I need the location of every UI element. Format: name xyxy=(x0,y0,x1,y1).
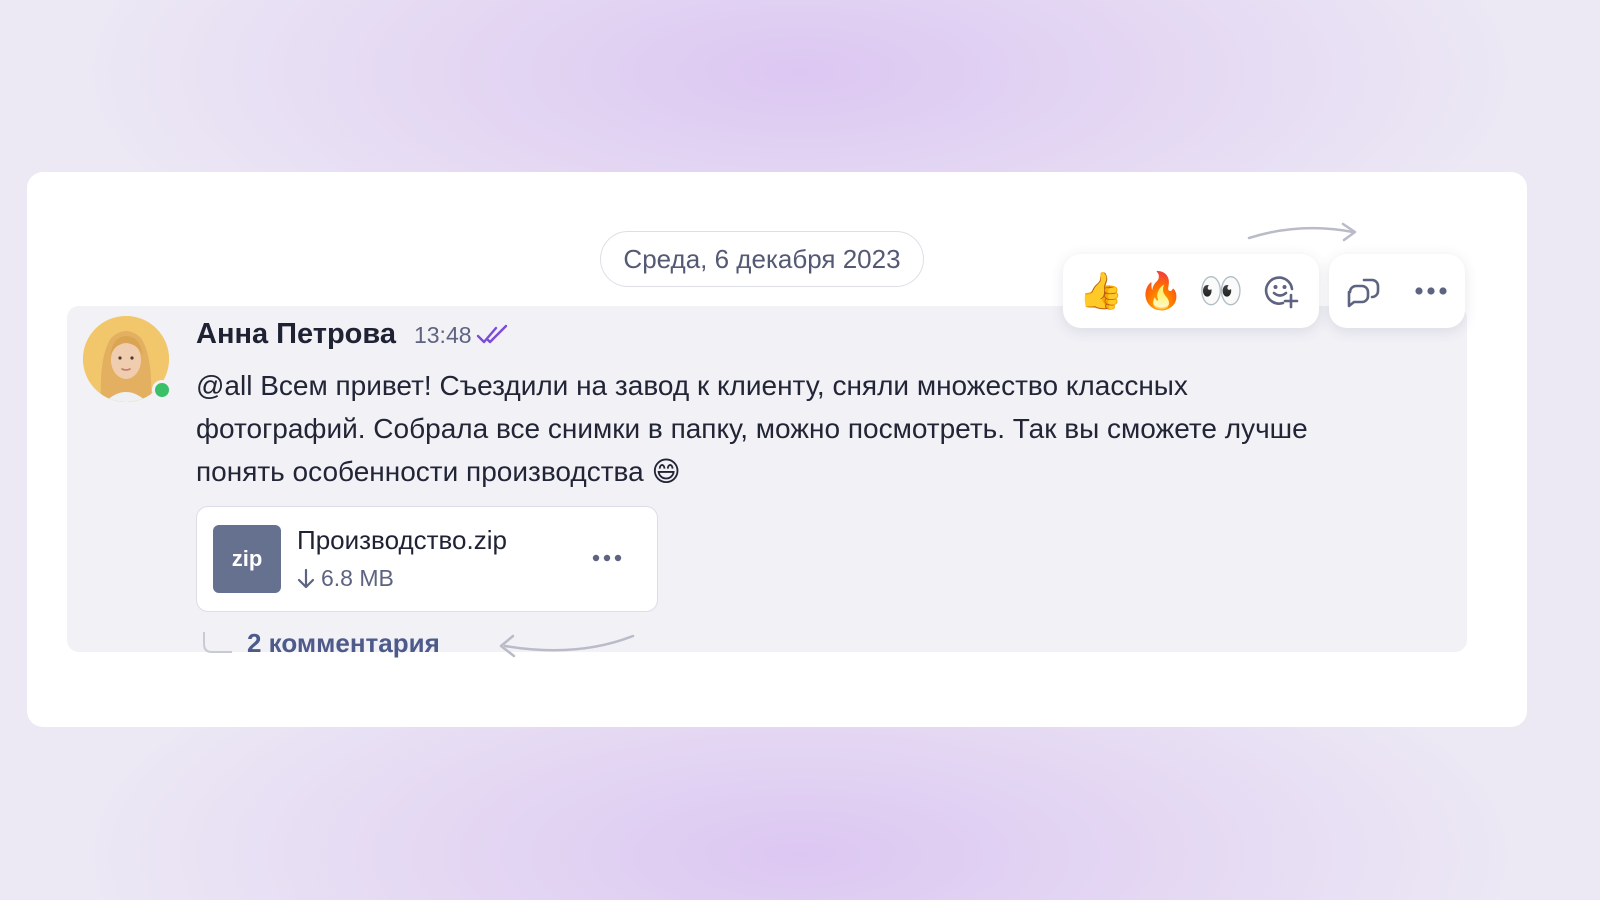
date-separator: Среда, 6 декабря 2023 xyxy=(600,231,924,287)
message-item[interactable]: Анна Петрова 13:48 @all Всем привет! Съе… xyxy=(67,306,1467,658)
add-reaction-icon xyxy=(1264,276,1299,309)
online-status-indicator xyxy=(152,380,172,400)
file-attachment[interactable]: zip Производство.zip 6.8 MB xyxy=(196,506,658,612)
file-name[interactable]: Производство.zip xyxy=(297,525,507,556)
message-actions-bar xyxy=(1329,254,1465,328)
comments-link[interactable]: 2 комментария xyxy=(247,628,440,659)
zip-file-icon: zip xyxy=(213,525,281,593)
reply-thread-button[interactable] xyxy=(1336,264,1390,318)
message-header: Анна Петрова 13:48 xyxy=(196,318,510,351)
quick-reactions-bar: 👍 🔥 👀 xyxy=(1063,254,1319,328)
message-line: фотографий. Собрала все снимки в папку, … xyxy=(196,413,1308,444)
more-dots-icon xyxy=(1415,287,1447,295)
message-body: @all Всем привет! Съездили на завод к кл… xyxy=(196,364,1456,493)
more-dots-icon xyxy=(592,554,622,562)
file-size: 6.8 MB xyxy=(321,565,394,591)
download-arrow-icon xyxy=(297,568,315,588)
author-name[interactable]: Анна Петрова xyxy=(196,318,396,351)
message-line: @all Всем привет! Съездили на завод к кл… xyxy=(196,370,1188,401)
add-reaction-button[interactable] xyxy=(1254,264,1308,318)
file-more-button[interactable] xyxy=(587,543,627,573)
file-download[interactable]: 6.8 MB xyxy=(297,565,394,592)
hint-arrow-right xyxy=(1247,222,1357,242)
chat-card: Среда, 6 декабря 2023 👍 🔥 👀 Анна Петрова… xyxy=(27,172,1527,727)
message-time: 13:48 xyxy=(413,322,472,348)
thread-connector xyxy=(203,632,232,653)
message-line: понять особенности производства 😄 xyxy=(196,450,1456,493)
reaction-thumbs-up[interactable]: 👍 xyxy=(1074,264,1128,318)
reaction-fire[interactable]: 🔥 xyxy=(1134,264,1188,318)
double-check-icon xyxy=(476,324,507,344)
more-actions-button[interactable] xyxy=(1404,264,1458,318)
grinning-emoji: 😄 xyxy=(651,456,681,487)
message-line-text: понять особенности производства xyxy=(196,456,644,487)
reply-thread-icon xyxy=(1347,278,1380,308)
reaction-eyes[interactable]: 👀 xyxy=(1194,264,1248,318)
hint-arrow-left xyxy=(499,634,635,658)
